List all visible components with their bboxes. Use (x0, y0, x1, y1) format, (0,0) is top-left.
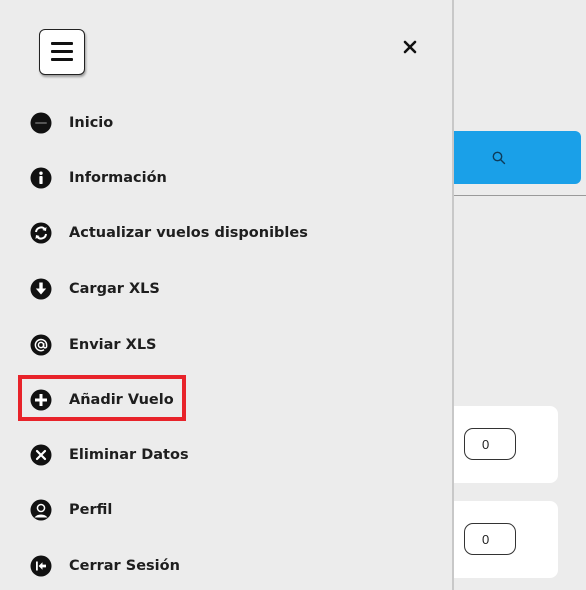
search-button[interactable] (440, 131, 581, 184)
hamburger-icon (51, 42, 73, 45)
menu-item-cargar-xls[interactable]: Cargar XLS (30, 275, 160, 303)
refresh-icon (30, 222, 52, 244)
flight-card: 0 (440, 501, 558, 578)
flight-card: 0 (440, 406, 558, 483)
menu-item-label: Inicio (69, 115, 114, 131)
menu-item-perfil[interactable]: Perfil (30, 496, 112, 524)
menu-item-eliminar-datos[interactable]: Eliminar Datos (30, 441, 189, 469)
quantity-counter[interactable]: 0 (464, 428, 516, 460)
user-icon (30, 499, 52, 521)
x-circle-icon (30, 444, 52, 466)
menu-item-label: Perfil (69, 502, 113, 518)
menu-toggle-button[interactable] (39, 29, 85, 75)
menu-item-label: Enviar XLS (69, 337, 157, 353)
menu-item-label: Información (69, 170, 167, 186)
info-icon (30, 167, 52, 189)
menu-item-cerrar-sesion[interactable]: Cerrar Sesión (30, 552, 180, 580)
at-sign-icon (30, 334, 52, 356)
menu-item-inicio[interactable]: Inicio (30, 109, 113, 137)
close-icon[interactable] (400, 37, 420, 57)
quantity-counter[interactable]: 0 (464, 523, 516, 555)
menu-item-label: Eliminar Datos (69, 447, 189, 463)
menu-item-label: Cargar XLS (69, 281, 160, 297)
divider (440, 195, 586, 196)
highlight-box (18, 375, 186, 421)
download-arrow-icon (30, 278, 52, 300)
hamburger-icon-bar (51, 50, 73, 53)
menu-item-enviar-xls[interactable]: Enviar XLS (30, 331, 157, 359)
logo-icon (30, 112, 52, 134)
menu-item-actualizar-vuelos[interactable]: Actualizar vuelos disponibles (30, 219, 308, 247)
side-drawer: Inicio Información Actualizar vuelos dis… (0, 0, 454, 590)
menu-item-label: Cerrar Sesión (69, 558, 180, 574)
menu-item-informacion[interactable]: Información (30, 164, 167, 192)
hamburger-icon-bar (51, 58, 73, 61)
search-icon (492, 151, 506, 165)
logout-icon (30, 555, 52, 577)
menu-item-label: Actualizar vuelos disponibles (69, 225, 308, 241)
